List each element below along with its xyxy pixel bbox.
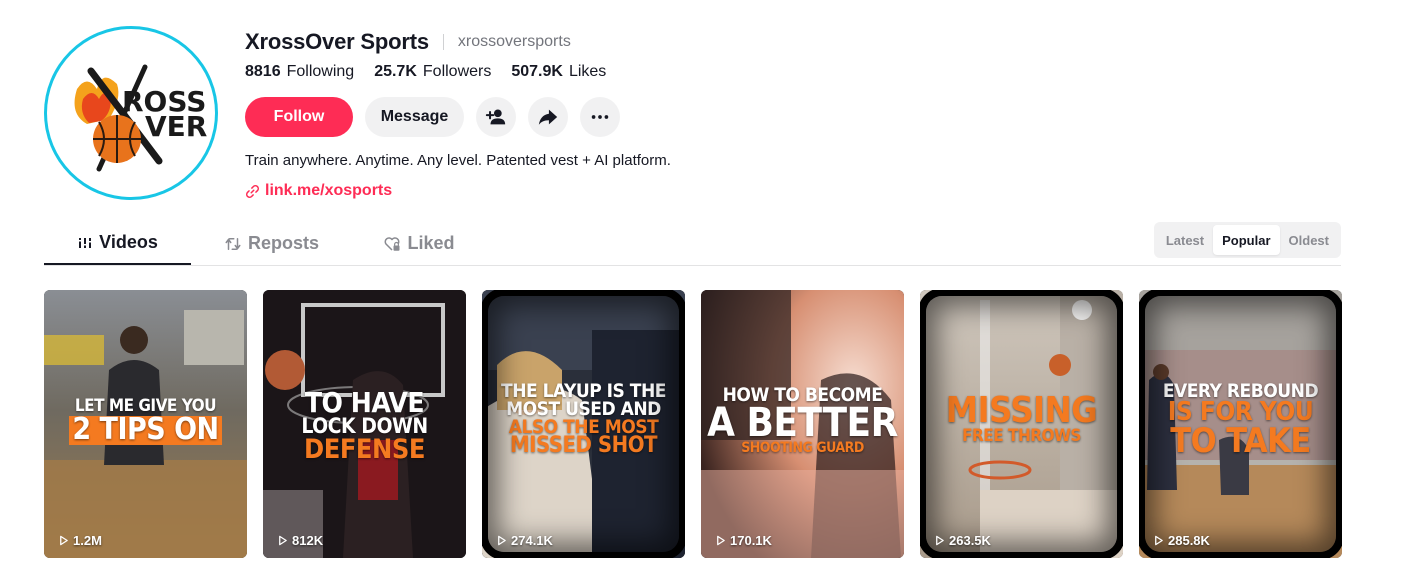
play-count-text: 1.2M	[73, 533, 102, 548]
avatar-logo: ROSS VER	[47, 29, 215, 197]
following-count: 8816	[245, 63, 281, 80]
sort-latest[interactable]: Latest	[1157, 225, 1213, 255]
grid-bars-icon	[78, 237, 93, 248]
play-icon	[279, 535, 287, 546]
bio-link[interactable]: link.me/xosports	[245, 182, 392, 200]
message-button[interactable]: Message	[365, 97, 464, 137]
share-arrow-icon	[538, 109, 558, 125]
video-overlay-title: THE LAYUP IS THE MOST USED AND ALSO THE …	[482, 381, 685, 459]
play-count-text: 170.1K	[730, 533, 772, 548]
profile-avatar[interactable]: ROSS VER	[44, 26, 218, 200]
name-divider	[442, 34, 444, 50]
share-button[interactable]	[528, 97, 568, 137]
tab-liked[interactable]: Liked	[374, 222, 464, 265]
overlay-line: TO HAVE	[304, 386, 425, 419]
video-overlay-title: LET ME GIVE YOU 2 TIPS ON	[44, 397, 247, 445]
liked-heart-lock-icon	[385, 236, 400, 251]
play-count: 263.5K	[934, 533, 991, 548]
play-count-text: 812K	[292, 533, 324, 548]
play-icon	[717, 535, 725, 546]
username: xrossoversports	[457, 33, 571, 50]
play-count: 285.8K	[1153, 533, 1210, 548]
sort-oldest[interactable]: Oldest	[1280, 225, 1338, 255]
more-button[interactable]	[580, 97, 620, 137]
video-overlay-title: HOW TO BECOME A BETTER SHOOTING GUARD	[701, 385, 904, 455]
video-card[interactable]: EVERY REBOUND IS FOR YOU TO TAKE 285.8K	[1139, 290, 1342, 558]
xrossover-logo-icon: ROSS VER	[74, 64, 207, 172]
profile-tabs: Videos Reposts Liked Latest Popular Olde…	[44, 222, 1341, 266]
sort-popular[interactable]: Popular	[1213, 225, 1280, 255]
overlay-line: A BETTER	[707, 400, 898, 447]
link-icon	[246, 184, 259, 198]
play-icon	[60, 535, 68, 546]
repost-icon	[225, 237, 241, 250]
tab-liked-label: Liked	[407, 233, 455, 253]
followers-label: Followers	[422, 63, 492, 80]
tab-reposts-label: Reposts	[247, 233, 319, 253]
profile-bio: Train anywhere. Anytime. Any level. Pate…	[245, 152, 671, 169]
video-card[interactable]: MISSING FREE THROWS 263.5K	[920, 290, 1123, 558]
more-dots-icon	[591, 115, 609, 119]
following-label: Following	[286, 63, 355, 80]
followers-count: 25.7K	[374, 63, 417, 80]
overlay-line: MISSED SHOT	[509, 433, 658, 459]
bio-link-text: link.me/xosports	[265, 182, 393, 199]
video-card[interactable]: HOW TO BECOME A BETTER SHOOTING GUARD 17…	[701, 290, 904, 558]
overlay-line: MISSING	[945, 390, 1098, 431]
sort-toggle: Latest Popular Oldest	[1153, 222, 1341, 258]
play-count-text: 285.8K	[1168, 533, 1210, 548]
stats-row: 8816 Following 25.7K Followers 507.9K Li…	[245, 63, 626, 81]
add-friend-button[interactable]	[476, 97, 516, 137]
play-icon	[498, 535, 506, 546]
video-card[interactable]: LET ME GIVE YOU 2 TIPS ON 1.2M	[44, 290, 247, 558]
follow-button[interactable]: Follow	[245, 97, 353, 137]
profile-actions: Follow Message	[245, 97, 620, 137]
play-count-text: 274.1K	[511, 533, 553, 548]
following-stat[interactable]: 8816 Following	[245, 63, 354, 81]
play-icon	[936, 535, 944, 546]
overlay-line: TO TAKE	[1170, 420, 1311, 461]
play-count: 170.1K	[715, 533, 772, 548]
tab-videos-label: Videos	[99, 232, 158, 252]
video-grid: LET ME GIVE YOU 2 TIPS ON 1.2M TO HAVE L…	[44, 290, 1342, 558]
video-overlay-title: EVERY REBOUND IS FOR YOU TO TAKE	[1139, 381, 1342, 461]
overlay-line: 2 TIPS ON	[69, 415, 222, 445]
video-overlay-title: TO HAVE LOCK DOWN DEFENSE	[263, 386, 466, 465]
likes-stat: 507.9K Likes	[511, 63, 606, 81]
tab-reposts[interactable]: Reposts	[214, 222, 329, 265]
svg-text:VER: VER	[145, 110, 207, 143]
video-card[interactable]: TO HAVE LOCK DOWN DEFENSE 812K	[263, 290, 466, 558]
overlay-line: DEFENSE	[304, 433, 425, 465]
play-icon	[1155, 535, 1163, 546]
video-card[interactable]: THE LAYUP IS THE MOST USED AND ALSO THE …	[482, 290, 685, 558]
followers-stat[interactable]: 25.7K Followers	[374, 63, 491, 81]
play-count: 274.1K	[496, 533, 553, 548]
play-count: 1.2M	[58, 533, 102, 548]
name-row: XrossOver Sports xrossoversports	[245, 28, 571, 56]
tab-videos[interactable]: Videos	[44, 222, 191, 265]
display-name: XrossOver Sports	[245, 29, 429, 54]
likes-label: Likes	[568, 63, 607, 80]
play-count: 812K	[277, 533, 323, 548]
likes-count: 507.9K	[511, 63, 563, 80]
video-overlay-title: MISSING FREE THROWS	[920, 390, 1123, 444]
play-count-text: 263.5K	[949, 533, 991, 548]
person-plus-icon	[485, 109, 506, 125]
